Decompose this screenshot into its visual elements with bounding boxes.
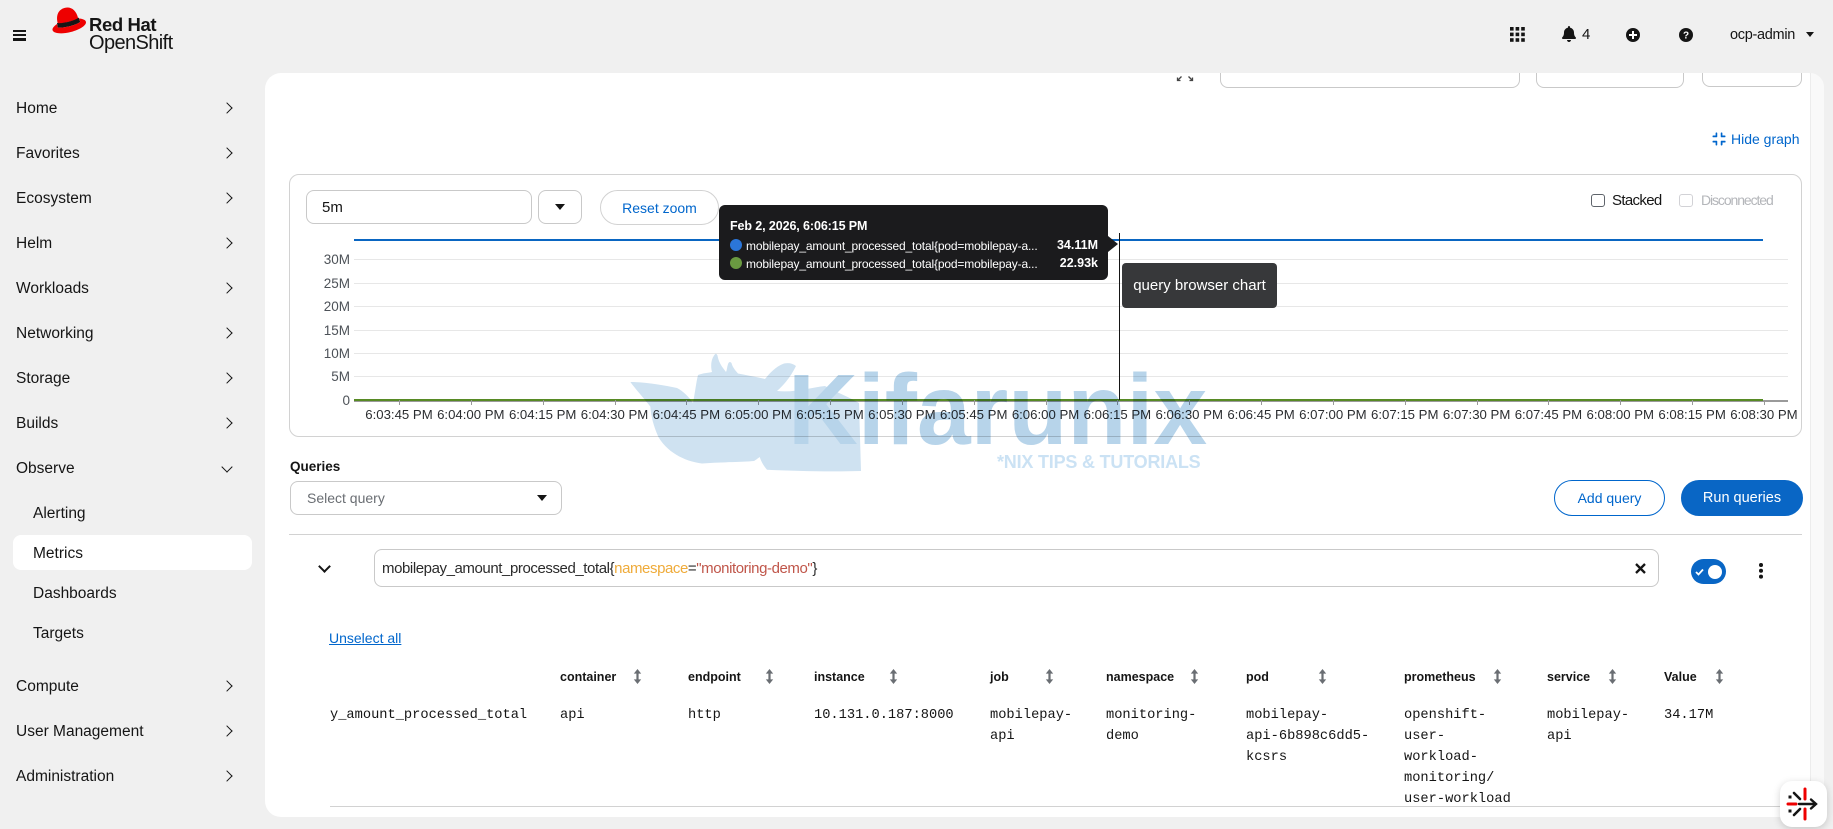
svg-text:?: ? (1683, 31, 1689, 42)
